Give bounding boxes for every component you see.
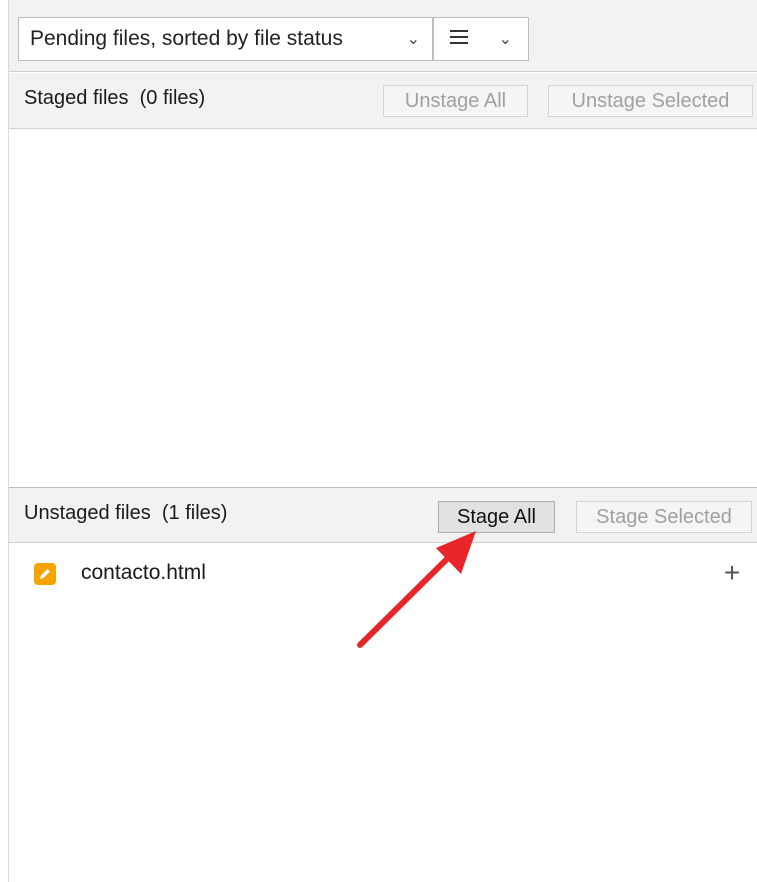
staged-files-label: Staged files xyxy=(24,87,129,109)
source-control-panel: Pending files, sorted by file status ⌄ ⌄… xyxy=(0,0,757,882)
staged-files-title: Staged files (0 files) xyxy=(24,87,205,110)
file-view-dropdown-value: Pending files, sorted by file status xyxy=(30,27,343,50)
stage-all-button[interactable]: Stage All xyxy=(438,501,555,533)
list-icon xyxy=(450,30,468,48)
modified-file-icon xyxy=(34,563,56,585)
file-view-dropdown[interactable]: Pending files, sorted by file status ⌄ xyxy=(18,17,433,61)
unstage-selected-button[interactable]: Unstage Selected xyxy=(548,85,753,117)
staged-files-header: Staged files (0 files) Unstage All Unsta… xyxy=(9,73,757,129)
staged-files-count: (0 files) xyxy=(139,87,206,109)
list-item[interactable]: contacto.html + xyxy=(9,557,757,591)
layout-mode-dropdown[interactable]: ⌄ xyxy=(433,17,529,61)
staged-files-list[interactable] xyxy=(9,129,757,486)
chevron-down-icon: ⌄ xyxy=(406,31,420,48)
unstage-all-button[interactable]: Unstage All xyxy=(383,85,528,117)
plus-icon[interactable]: + xyxy=(719,559,745,587)
chevron-down-icon: ⌄ xyxy=(498,31,512,48)
unstaged-files-count: (1 files) xyxy=(161,502,228,524)
unstaged-files-header: Unstaged files (1 files) Stage All Stage… xyxy=(9,487,757,543)
file-name: contacto.html xyxy=(81,561,206,584)
stage-selected-button[interactable]: Stage Selected xyxy=(576,501,752,533)
unstaged-files-label: Unstaged files xyxy=(24,502,151,524)
unstaged-files-list: contacto.html + xyxy=(9,544,757,882)
files-toolbar: Pending files, sorted by file status ⌄ ⌄ xyxy=(9,0,757,72)
unstaged-files-title: Unstaged files (1 files) xyxy=(24,502,227,525)
